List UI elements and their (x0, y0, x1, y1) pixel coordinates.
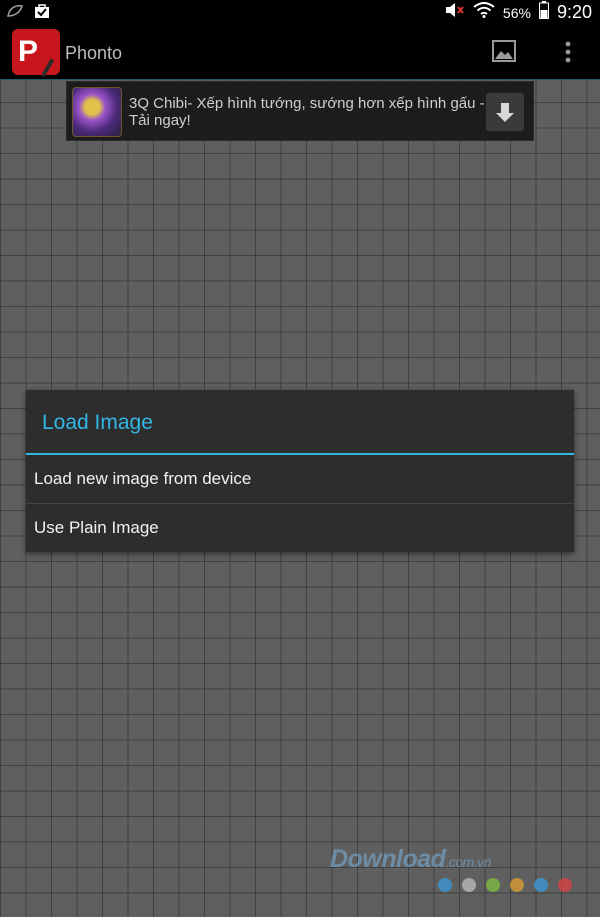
shopping-bag-check-icon (34, 3, 50, 24)
ad-download-button[interactable] (486, 93, 524, 131)
ad-thumbnail (72, 87, 122, 137)
watermark-dot (438, 878, 452, 892)
watermark-logo: Download.com.vn (330, 845, 491, 874)
volume-muted-icon (445, 2, 465, 23)
watermark-dot (534, 878, 548, 892)
action-bar: P Phonto (0, 25, 600, 80)
watermark-dot (462, 878, 476, 892)
use-plain-image-option[interactable]: Use Plain Image (26, 504, 574, 552)
dialog-title: Load Image (42, 411, 153, 434)
clock: 9:20 (556, 2, 592, 22)
load-image-dialog: Load Image Load new image from device Us… (26, 390, 574, 552)
app-icon[interactable]: P (12, 29, 60, 77)
watermark-dots (438, 878, 572, 892)
battery-percent: 56% (502, 4, 531, 21)
watermark-dot (486, 878, 500, 892)
pencil-icon (41, 47, 55, 93)
load-from-device-option[interactable]: Load new image from device (26, 455, 574, 503)
leaf-icon (6, 4, 24, 23)
watermark-suffix: .com.vn (445, 854, 491, 870)
app-title: Phonto (65, 43, 123, 63)
image-icon[interactable] (492, 40, 516, 62)
status-bar: 56% 9:20 (0, 0, 600, 25)
overflow-menu-icon[interactable] (560, 40, 576, 64)
ad-banner[interactable]: 3Q Chibi- Xếp hình tướng, sướng hơn xếp … (66, 81, 534, 141)
watermark-dot (510, 878, 524, 892)
wifi-icon (473, 2, 495, 23)
watermark-dot (558, 878, 572, 892)
app-icon-letter: P (18, 35, 39, 68)
ad-text: 3Q Chibi- Xếp hình tướng, sướng hơn xếp … (129, 95, 485, 129)
download-arrow-icon (486, 103, 524, 135)
watermark: Download.com.vn (330, 845, 572, 895)
battery-icon (538, 1, 549, 24)
watermark-text: Download (330, 845, 446, 873)
